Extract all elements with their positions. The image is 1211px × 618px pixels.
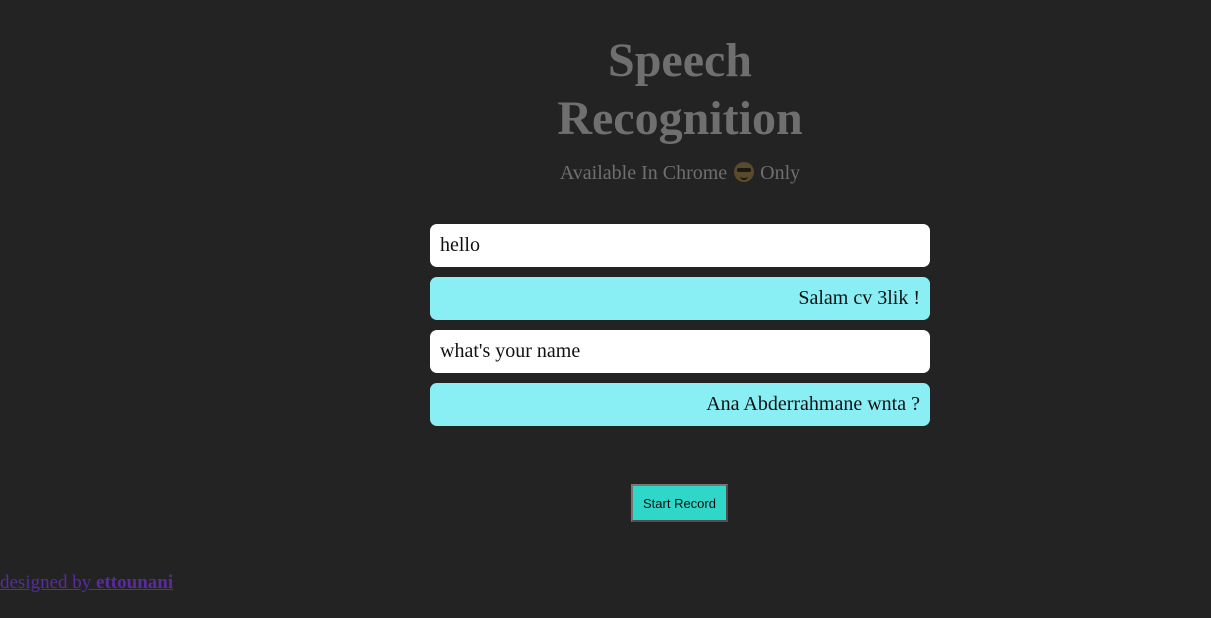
- page-title-line-1: Speech: [608, 34, 752, 87]
- subtitle-text: Available In Chrome: [559, 162, 728, 184]
- chat-transcript: hello Salam cv 3lik ! what's your name A…: [430, 224, 930, 436]
- page-subtitle: Available In Chrome Only: [430, 160, 930, 186]
- sunglasses-smile-shape: [740, 174, 749, 180]
- designer-credit-link[interactable]: designed by ettounani: [0, 571, 173, 595]
- start-record-button[interactable]: Start Record: [631, 484, 728, 522]
- credit-author: ettounani: [96, 572, 174, 593]
- user-message: what's your name: [430, 330, 930, 373]
- subtitle-suffix-text: Only: [760, 162, 801, 184]
- page-title-line-2: Recognition: [557, 92, 803, 145]
- bot-message: Ana Abderrahmane wnta ?: [430, 383, 930, 426]
- user-message: hello: [430, 224, 930, 267]
- page-title: Speech Recognition: [430, 32, 930, 148]
- sunglasses-emoji-icon: [734, 162, 755, 182]
- sunglasses-glasses-shape: [737, 168, 752, 172]
- bot-message: Salam cv 3lik !: [430, 277, 930, 320]
- credit-prefix: designed by: [0, 572, 97, 593]
